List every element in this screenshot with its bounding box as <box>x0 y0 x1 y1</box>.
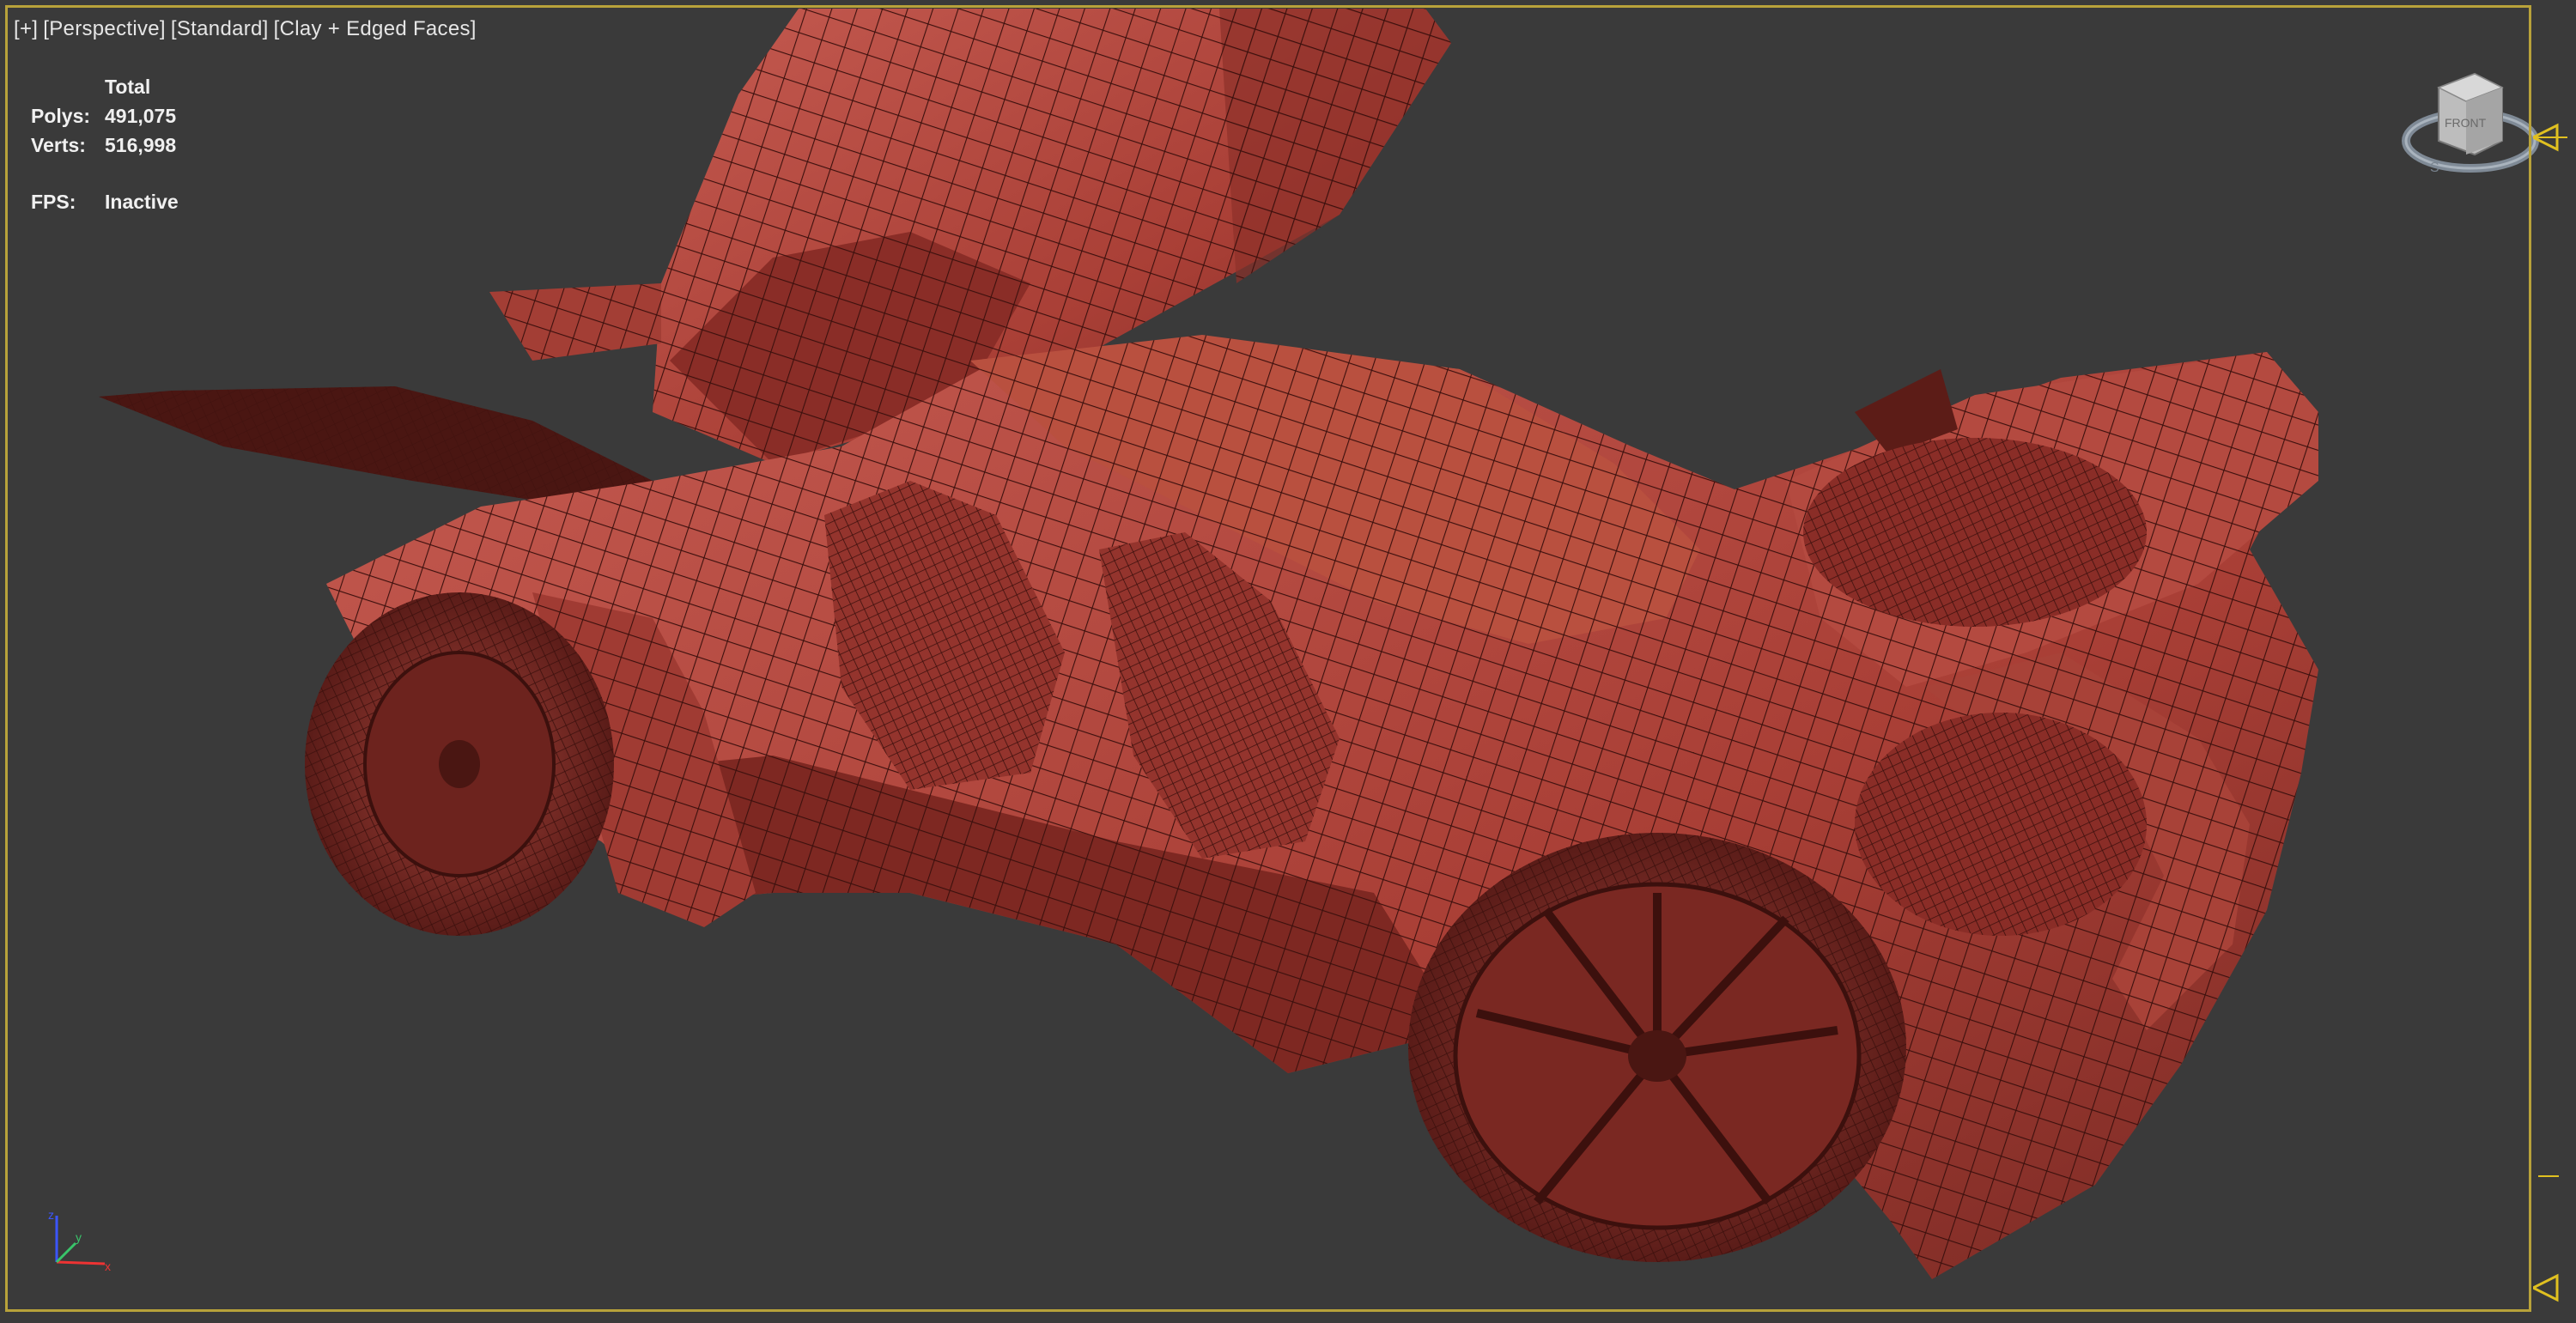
viewcube-front-label[interactable]: FRONT <box>2445 116 2487 130</box>
axis-tripod-icon: z y x <box>48 1209 111 1273</box>
perspective-viewport[interactable]: [+] [Perspective] [Standard] [Clay + Edg… <box>0 0 2576 1323</box>
rear-wheel <box>1408 833 1906 1262</box>
front-wheel <box>305 592 614 936</box>
viewcube-icon[interactable]: FRONT S <box>2397 62 2543 182</box>
fps-label: FPS: <box>31 190 76 213</box>
axis-x-label: x <box>105 1259 111 1273</box>
fps-value: Inactive <box>105 190 179 213</box>
stats-header: Total <box>105 75 151 98</box>
verts-value: 516,998 <box>105 133 177 156</box>
front-hood-panel <box>99 283 661 515</box>
display-style-label[interactable]: [Clay + Edged Faces] <box>274 17 477 41</box>
viewport-menu-button[interactable]: [+] <box>14 17 38 41</box>
viewport-label-menu: [+] [Perspective] [Standard] [Clay + Edg… <box>14 17 477 41</box>
viewport-edge-markers <box>2533 123 2567 1302</box>
shading-mode-label[interactable]: [Standard] <box>171 17 269 41</box>
polys-label: Polys: <box>31 104 91 127</box>
axis-y-label: y <box>76 1230 82 1244</box>
back-wheel <box>1855 713 2147 936</box>
car-model-render[interactable] <box>0 0 2576 1323</box>
axis-z-label: z <box>48 1209 54 1222</box>
verts-label: Verts: <box>31 133 86 156</box>
point-of-view-label[interactable]: [Perspective] <box>43 17 166 41</box>
polys-value: 491,075 <box>105 104 177 127</box>
viewcube-compass-label: S <box>2430 161 2439 175</box>
viewport-statistics: Total Polys: 491,075 Verts: 516,998 FPS: In… <box>31 72 179 216</box>
